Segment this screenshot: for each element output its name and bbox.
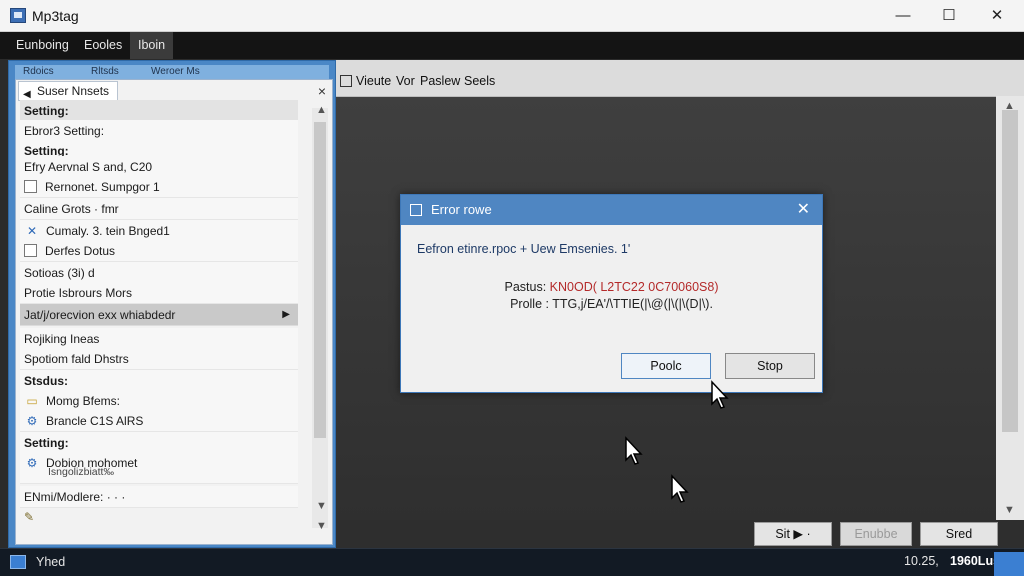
dialog-message: Eefron etinre.rpoc + Uew Emsenies. 1': [417, 242, 631, 256]
list-item: Stsdus:: [20, 370, 298, 392]
checkbox[interactable]: [24, 244, 37, 257]
list-item[interactable]: Ebror3 Setting:: [20, 120, 298, 142]
start-icon[interactable]: [10, 555, 26, 569]
minimize-button[interactable]: —: [880, 0, 926, 32]
app-icon: [10, 8, 26, 23]
view-icon: [340, 75, 352, 87]
checkbox[interactable]: [24, 180, 37, 193]
chevron-right-icon: ▶: [282, 309, 290, 320]
settings-list: Setting: Ebror3 Setting: Setting: Efry A…: [20, 42, 298, 528]
detail-1-value: KN0OD( L2TC22 0C70060S8): [549, 280, 719, 294]
dialog-primary-button[interactable]: Poolc: [621, 353, 711, 379]
list-item[interactable]: Protie Isbrours Mors: [20, 282, 298, 304]
list-item[interactable]: Sotioas (3i) d: [20, 262, 298, 284]
window-title: Mp3tag: [32, 8, 79, 24]
scroll-down-icon[interactable]: ▼: [316, 520, 327, 532]
detail-1-label: Pastus:: [504, 280, 547, 294]
dialog-detail-2: Prolle : TTG,j/EA'/\TTIE(|\@(|\(|\(D|\).: [401, 297, 822, 311]
list-item: Setting:: [20, 432, 298, 454]
title-bar: Mp3tag — ☐ ✕: [0, 0, 1024, 32]
list-item[interactable]: Derfes Dotus: [20, 240, 298, 262]
main-toolbar-item-3[interactable]: Seels: [464, 74, 495, 88]
taskbar-date: 1960Lus: [950, 554, 1001, 568]
send-button[interactable]: Sred: [920, 522, 998, 546]
gear-icon: ⚙: [26, 456, 38, 470]
close-button[interactable]: ✕: [974, 0, 1020, 32]
sidebar-scrollbar[interactable]: [312, 108, 328, 528]
taskbar: Yhed 10.25, 1960Lus: [0, 548, 1024, 576]
next-button[interactable]: Sit ▶ ·: [754, 522, 832, 546]
list-item[interactable]: ▭ Momg Bfems:: [20, 390, 298, 412]
main-toolbar-item-2[interactable]: Paslew: [420, 74, 460, 88]
scroll-down-icon[interactable]: ▼: [1004, 504, 1015, 516]
list-item: Setting:: [20, 100, 298, 122]
folder-icon: ▭: [26, 394, 38, 408]
list-item[interactable]: ✕ Cumaly. 3. tein Bnged1: [20, 220, 298, 242]
sidebar-scroll-thumb[interactable]: [314, 122, 326, 438]
list-item[interactable]: Rojiking Ineas: [20, 328, 298, 350]
edit-icon[interactable]: ✎: [24, 510, 34, 524]
main-toolbar-item-1[interactable]: Vor: [396, 74, 415, 88]
show-desktop-button[interactable]: [994, 552, 1024, 576]
scroll-down-icon[interactable]: ▼: [316, 500, 327, 512]
gear-icon: ⚙: [26, 414, 38, 428]
scroll-up-icon[interactable]: ▲: [1004, 100, 1015, 112]
list-item-selected[interactable]: Jat/j/orecvion exx whiabdedr ▶: [20, 304, 298, 326]
list-item[interactable]: Rernonet. Sumpgor 1: [20, 176, 298, 198]
main-toolbar-item-0[interactable]: Vieute: [356, 74, 391, 88]
list-item[interactable]: ⚙ Brancle C1S AlRS: [20, 410, 298, 432]
main-scrollbar[interactable]: [996, 96, 1024, 520]
list-item[interactable]: Efry Aervnal S and, C20: [20, 156, 298, 178]
dialog-title: Error rowe: [431, 202, 492, 217]
dialog-detail-1: Pastus: KN0OD( L2TC22 0C70060S8): [401, 280, 822, 294]
tool-icon: ✕: [26, 224, 38, 238]
list-item[interactable]: Caline Grots · fmr: [20, 198, 298, 220]
dialog-stop-button[interactable]: Stop: [725, 353, 815, 379]
list-item[interactable]: ENmi/Modlere: · · ·: [20, 486, 298, 508]
mouse-cursor-icon: [671, 474, 689, 503]
sidebar-close-icon[interactable]: ×: [318, 83, 326, 99]
dialog-title-bar: Error rowe ✕: [401, 195, 822, 225]
taskbar-time: 10.25,: [904, 554, 939, 568]
taskbar-app-label[interactable]: Yhed: [36, 555, 65, 569]
scroll-up-icon[interactable]: ▲: [316, 104, 327, 116]
main-scroll-thumb[interactable]: [1002, 110, 1018, 432]
bottom-action-bar: Sit ▶ · Enubbe Sred: [336, 520, 1024, 548]
list-item[interactable]: ⚙ Dobion mohomet Isngolizbiatt‰: [20, 452, 298, 484]
error-dialog: Error rowe ✕ Eefron etinre.rpoc + Uew Em…: [400, 194, 823, 393]
detail-2-value: TTG,j/EA'/\TTIE(|\@(|\(|\(D|\).: [552, 297, 713, 311]
list-item-sublabel: Isngolizbiatt‰: [48, 466, 114, 478]
main-toolbar: Vieute Vor Paslew Seels: [336, 70, 1024, 92]
dialog-window-icon: [410, 204, 422, 216]
enable-button[interactable]: Enubbe: [840, 522, 912, 546]
maximize-button[interactable]: ☐: [926, 0, 972, 32]
mouse-cursor-icon: [711, 380, 729, 409]
detail-2-label: Prolle :: [510, 297, 549, 311]
list-item[interactable]: Spotiom fald Dhstrs: [20, 348, 298, 370]
mouse-cursor-icon: [625, 436, 643, 465]
dialog-close-icon[interactable]: ✕: [797, 195, 810, 225]
